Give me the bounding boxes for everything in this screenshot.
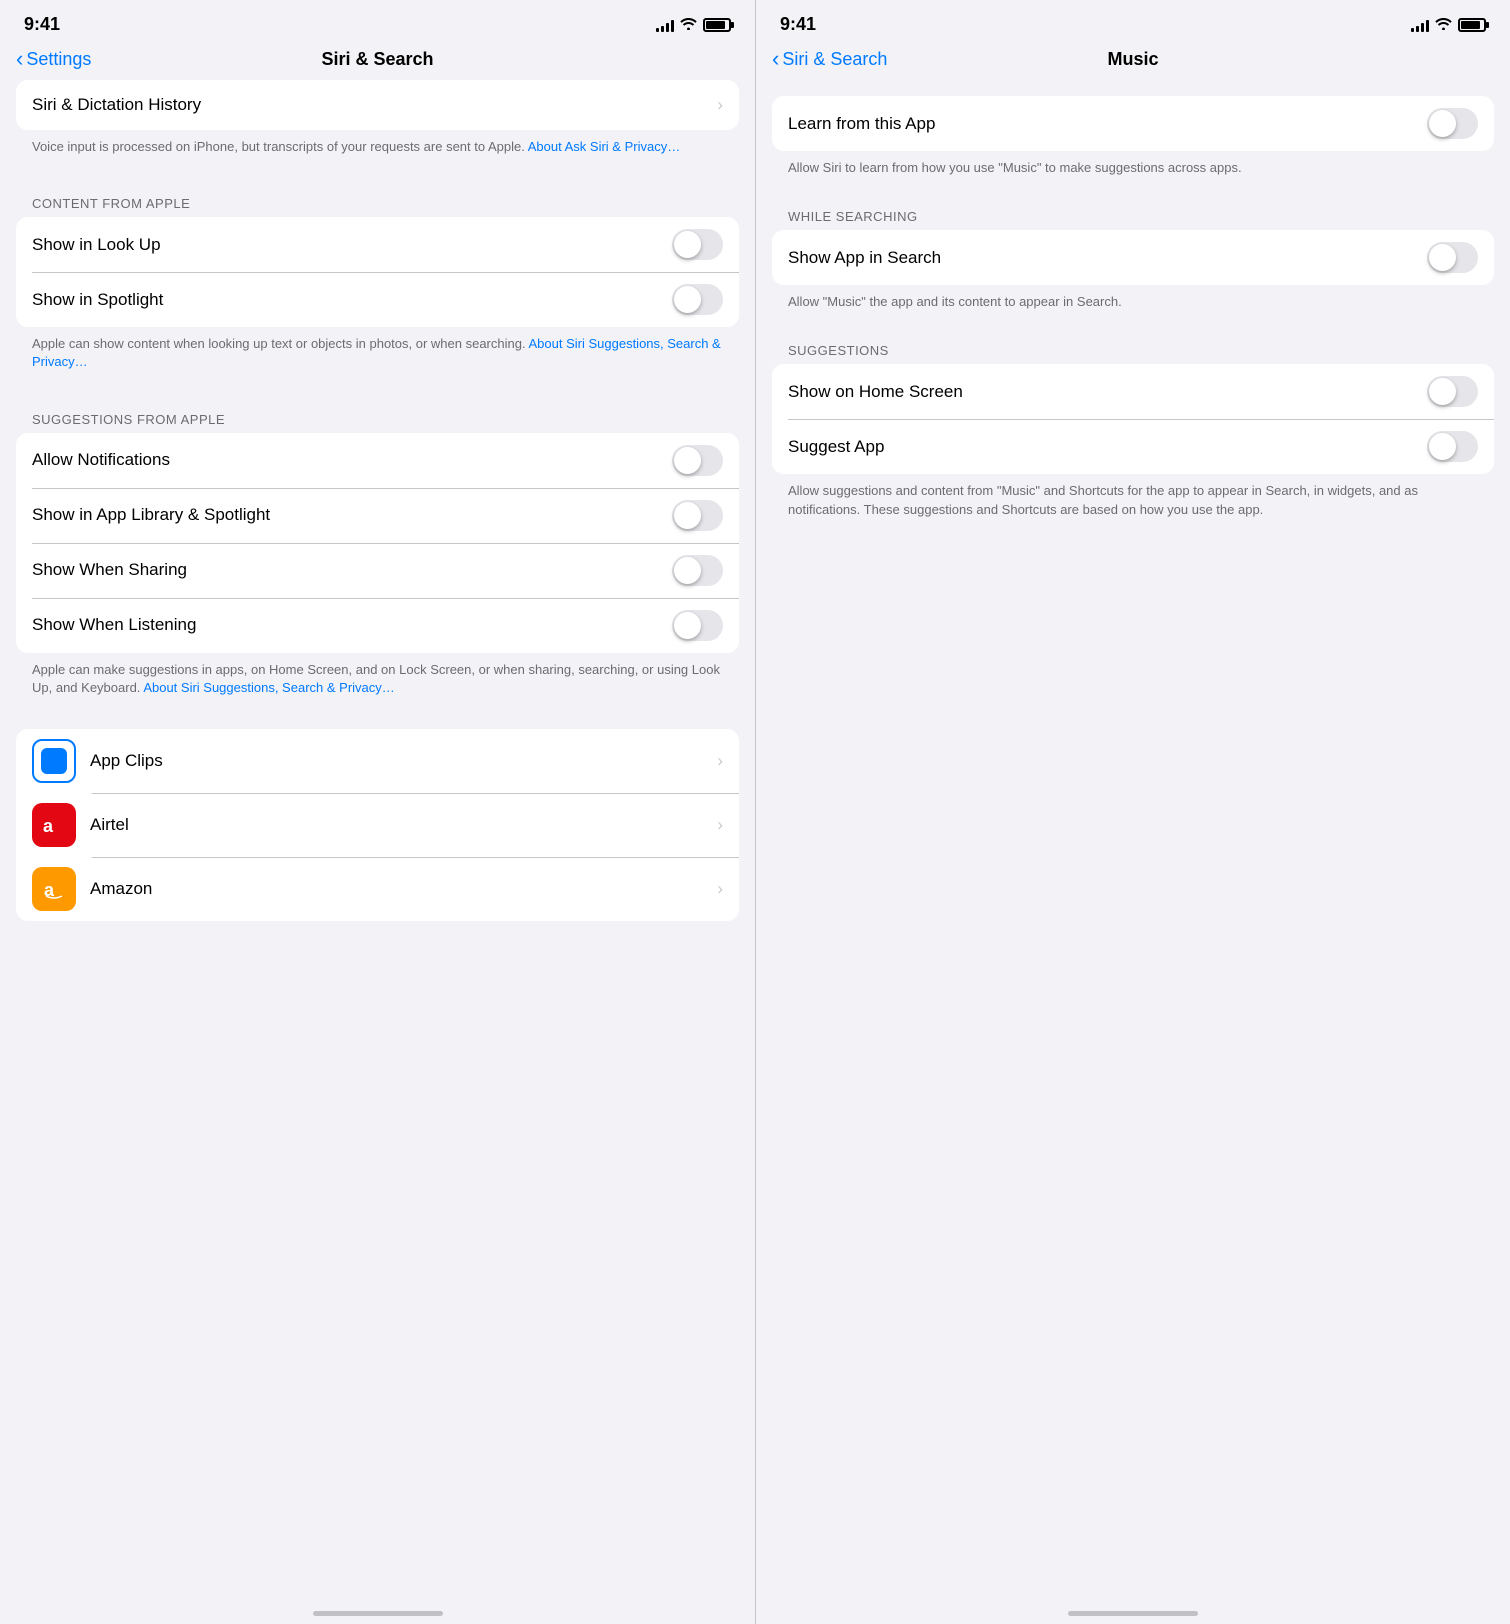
siri-dictation-label: Siri & Dictation History — [32, 95, 201, 115]
show-when-sharing-row[interactable]: Show When Sharing — [16, 543, 739, 598]
nav-bar-right: ‹ Siri & Search Music — [756, 43, 1510, 80]
while-searching-card: Show App in Search — [772, 230, 1494, 285]
wifi-icon-right — [1435, 17, 1452, 33]
learn-from-app-card: Learn from this App — [772, 96, 1494, 151]
app-list-card: App Clips › a Airtel › — [16, 729, 739, 921]
learn-from-app-toggle[interactable] — [1427, 108, 1478, 139]
app-clips-icon — [32, 739, 76, 783]
airtel-name: Airtel — [90, 815, 129, 835]
suggest-app-label: Suggest App — [788, 437, 884, 457]
look-up-label: Show in Look Up — [32, 235, 161, 255]
svg-text:a: a — [43, 816, 54, 836]
status-bar-left: 9:41 — [0, 0, 755, 43]
app-clips-name: App Clips — [90, 751, 163, 771]
battery-icon-right — [1458, 18, 1486, 32]
allow-notifications-label: Allow Notifications — [32, 450, 170, 470]
amazon-icon: a — [32, 867, 76, 911]
allow-notifications-row[interactable]: Allow Notifications — [16, 433, 739, 488]
app-clips-chevron: › — [717, 751, 723, 771]
amazon-item[interactable]: a Amazon › — [16, 857, 739, 921]
show-app-in-search-desc: Allow "Music" the app and its content to… — [772, 285, 1494, 311]
battery-icon — [703, 18, 731, 32]
learn-from-app-row[interactable]: Learn from this App — [772, 96, 1494, 151]
spotlight-row[interactable]: Show in Spotlight — [16, 272, 739, 327]
back-button-right[interactable]: ‹ Siri & Search — [772, 49, 887, 70]
show-app-in-search-toggle[interactable] — [1427, 242, 1478, 273]
show-app-in-search-label: Show App in Search — [788, 248, 941, 268]
content-footer: Apple can show content when looking up t… — [16, 327, 739, 387]
page-title-left: Siri & Search — [321, 49, 433, 70]
home-indicator-right — [756, 1590, 1510, 1624]
learn-from-app-desc: Allow Siri to learn from how you use "Mu… — [772, 151, 1494, 177]
amazon-chevron: › — [717, 879, 723, 899]
back-chevron-left: ‹ — [16, 48, 23, 70]
status-icons-right — [1411, 17, 1486, 33]
show-when-sharing-toggle[interactable] — [672, 555, 723, 586]
status-icons-left — [656, 17, 731, 33]
siri-dictation-footer: Voice input is processed on iPhone, but … — [16, 130, 739, 172]
siri-dictation-card: Siri & Dictation History › — [16, 80, 739, 130]
signal-icon — [656, 18, 674, 32]
status-bar-right: 9:41 — [756, 0, 1510, 43]
siri-dictation-row[interactable]: Siri & Dictation History › — [16, 80, 739, 130]
back-label-left: Settings — [26, 49, 91, 70]
time-right: 9:41 — [780, 14, 816, 35]
siri-dictation-link[interactable]: About Ask Siri & Privacy… — [528, 139, 680, 154]
suggestions-footer: Apple can make suggestions in apps, on H… — [16, 653, 739, 713]
spotlight-label: Show in Spotlight — [32, 290, 163, 310]
time-left: 9:41 — [24, 14, 60, 35]
signal-icon-right — [1411, 18, 1429, 32]
suggest-app-row[interactable]: Suggest App — [772, 419, 1494, 474]
right-content: Learn from this App Allow Siri to learn … — [756, 80, 1510, 1590]
airtel-icon: a — [32, 803, 76, 847]
app-library-label: Show in App Library & Spotlight — [32, 505, 270, 525]
left-content: Siri & Dictation History › Voice input i… — [0, 80, 755, 1590]
app-library-toggle[interactable] — [672, 500, 723, 531]
show-when-listening-row[interactable]: Show When Listening — [16, 598, 739, 653]
airtel-chevron: › — [717, 815, 723, 835]
content-apple-card: Show in Look Up Show in Spotlight — [16, 217, 739, 327]
show-home-screen-row[interactable]: Show on Home Screen — [772, 364, 1494, 419]
suggestions-link[interactable]: About Siri Suggestions, Search & Privacy… — [143, 680, 394, 695]
look-up-row[interactable]: Show in Look Up — [16, 217, 739, 272]
content-from-apple-label: CONTENT FROM APPLE — [16, 180, 739, 217]
show-when-sharing-label: Show When Sharing — [32, 560, 187, 580]
airtel-item[interactable]: a Airtel › — [16, 793, 739, 857]
page-title-right: Music — [1107, 49, 1158, 70]
suggestions-card: Allow Notifications Show in App Library … — [16, 433, 739, 653]
nav-bar-left: ‹ Settings Siri & Search — [0, 43, 755, 80]
show-home-screen-toggle[interactable] — [1427, 376, 1478, 407]
show-when-listening-toggle[interactable] — [672, 610, 723, 641]
left-panel: 9:41 ‹ Settings — [0, 0, 755, 1624]
right-panel: 9:41 ‹ Siri & Search — [755, 0, 1510, 1624]
look-up-toggle[interactable] — [672, 229, 723, 260]
app-library-row[interactable]: Show in App Library & Spotlight — [16, 488, 739, 543]
allow-notifications-toggle[interactable] — [672, 445, 723, 476]
suggest-app-toggle[interactable] — [1427, 431, 1478, 462]
amazon-name: Amazon — [90, 879, 152, 899]
suggestions-right-footer: Allow suggestions and content from "Musi… — [772, 474, 1494, 534]
wifi-icon — [680, 17, 697, 33]
chevron-right-icon: › — [717, 95, 723, 115]
home-indicator-left — [0, 1590, 755, 1624]
while-searching-label: WHILE SEARCHING — [772, 193, 1494, 230]
back-label-right: Siri & Search — [782, 49, 887, 70]
suggestions-label-right: SUGGESTIONS — [772, 327, 1494, 364]
spotlight-toggle[interactable] — [672, 284, 723, 315]
app-clips-item[interactable]: App Clips › — [16, 729, 739, 793]
back-button-left[interactable]: ‹ Settings — [16, 49, 91, 70]
show-when-listening-label: Show When Listening — [32, 615, 196, 635]
show-home-screen-label: Show on Home Screen — [788, 382, 963, 402]
suggestions-right-card: Show on Home Screen Suggest App — [772, 364, 1494, 474]
back-chevron-right: ‹ — [772, 48, 779, 70]
learn-from-app-label: Learn from this App — [788, 114, 935, 134]
show-app-in-search-row[interactable]: Show App in Search — [772, 230, 1494, 285]
suggestions-apple-label: SUGGESTIONS FROM APPLE — [16, 396, 739, 433]
